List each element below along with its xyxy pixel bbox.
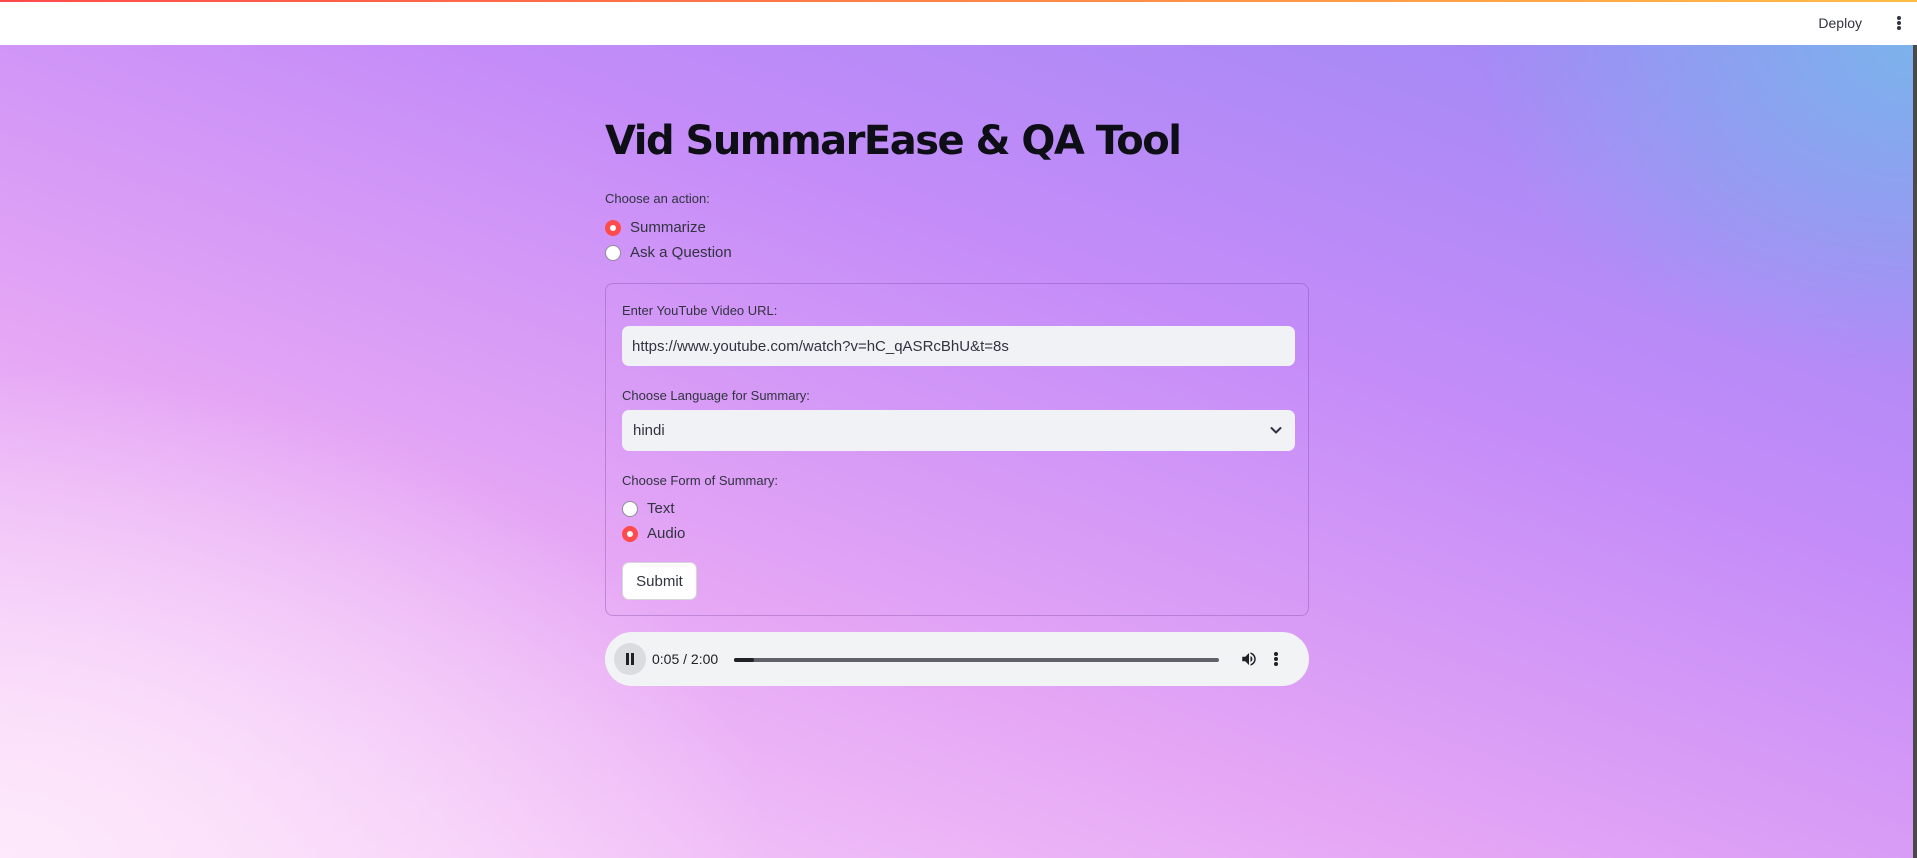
scrollbar[interactable] (1913, 45, 1917, 858)
page-title: Vid SummarEase & QA Tool (605, 118, 1182, 164)
chevron-down-icon (1270, 427, 1282, 434)
more-options-icon[interactable] (1272, 650, 1280, 668)
radio-audio[interactable]: Audio (622, 525, 685, 542)
url-label: Enter YouTube Video URL: (622, 303, 778, 318)
radio-unselected-icon (622, 500, 638, 517)
radio-label: Text (647, 500, 675, 517)
radio-label: Ask a Question (630, 244, 732, 261)
radio-label: Audio (647, 525, 686, 542)
summary-form: Enter YouTube Video URL: Choose Language… (605, 283, 1309, 616)
radio-unselected-icon (605, 244, 621, 261)
audio-time-display: 0:05 / 2:00 (652, 651, 719, 667)
radio-ask-question[interactable]: Ask a Question (605, 244, 732, 261)
action-label: Choose an action: (605, 191, 710, 206)
radio-selected-icon (622, 525, 638, 542)
radio-selected-icon (605, 219, 621, 236)
pause-icon[interactable] (614, 643, 646, 675)
volume-icon[interactable] (1240, 650, 1258, 668)
language-select-value: hindi (633, 422, 665, 439)
radio-summarize[interactable]: Summarize (605, 219, 706, 236)
language-label: Choose Language for Summary: (622, 388, 810, 403)
audio-progress-slider[interactable] (734, 658, 1219, 662)
kebab-menu-icon[interactable] (1892, 14, 1906, 32)
audio-progress-fill (734, 658, 755, 662)
app-header: Deploy (0, 2, 1917, 45)
deploy-button[interactable]: Deploy (1818, 15, 1862, 31)
audio-player: 0:05 / 2:00 (605, 632, 1309, 686)
radio-text[interactable]: Text (622, 500, 675, 517)
radio-label: Summarize (630, 219, 706, 236)
summary-form-label: Choose Form of Summary: (622, 473, 779, 488)
language-select[interactable]: hindi (622, 410, 1295, 451)
youtube-url-input[interactable] (622, 326, 1295, 366)
submit-button[interactable]: Submit (622, 562, 697, 600)
